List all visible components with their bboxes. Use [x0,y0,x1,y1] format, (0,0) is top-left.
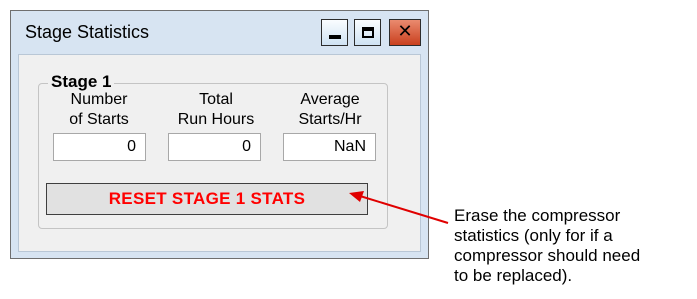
stage-1-groupbox: Stage 1 Number of Starts Total Run Hours… [38,72,388,229]
annotation-line: compressor should need [454,246,641,265]
stage-statistics-window: Stage Statistics ✕ Stage 1 Number of Sta… [10,10,429,259]
close-button[interactable]: ✕ [389,19,421,46]
total-run-hours-label: Total Run Hours [168,90,264,130]
average-starts-per-hour-field[interactable]: NaN [283,133,376,161]
label-line: Number [70,91,128,108]
window-title: Stage Statistics [25,22,150,42]
annotation-text: Erase the compressor statistics (only fo… [454,206,697,286]
label-line: Total [199,91,233,108]
reset-stage-1-stats-button[interactable]: RESET STAGE 1 STATS [46,183,368,215]
annotation-line: statistics (only for if a [454,226,613,245]
minimize-icon [329,35,341,39]
label-line: Starts/Hr [298,111,362,128]
maximize-button[interactable] [354,19,381,46]
label-line: Average [300,91,360,108]
group-title: Stage 1 [48,72,115,92]
number-of-starts-label: Number of Starts [51,90,147,130]
window-client-area: Stage 1 Number of Starts Total Run Hours… [18,54,421,252]
label-line: of Starts [69,111,129,128]
number-of-starts-field[interactable]: 0 [53,133,146,161]
label-line: Run Hours [177,111,255,128]
minimize-button[interactable] [321,19,348,46]
title-bar[interactable]: Stage Statistics ✕ [11,11,428,53]
annotation-line: Erase the compressor [454,206,621,225]
maximize-icon [362,27,374,38]
close-icon: ✕ [397,21,413,42]
total-run-hours-field[interactable]: 0 [168,133,261,161]
average-starts-per-hour-label: Average Starts/Hr [282,90,378,130]
annotation-line: to be replaced). [454,266,573,285]
